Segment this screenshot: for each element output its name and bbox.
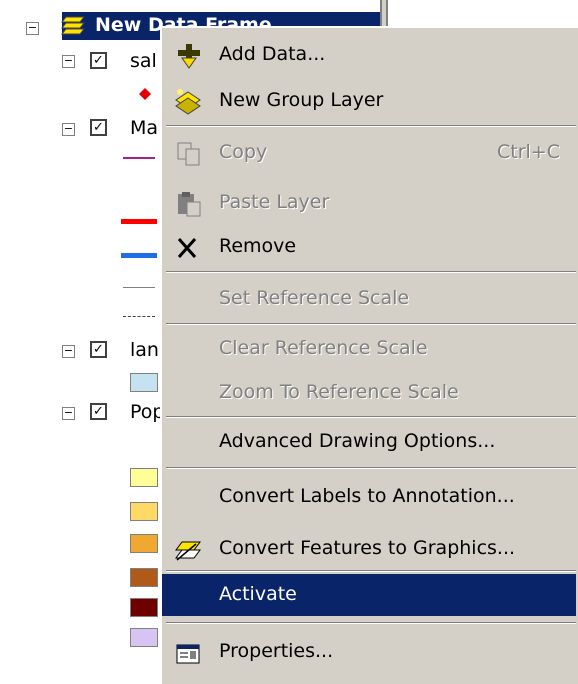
menu-item-add-data[interactable]: Add Data... <box>162 34 576 76</box>
layer-collapse-toggle[interactable]: − <box>62 345 75 358</box>
polygon-symbol-swatch <box>130 373 158 392</box>
menu-item-shortcut: Ctrl+C <box>497 141 560 163</box>
menu-item-label: Convert Labels to Annotation... <box>219 485 515 507</box>
menu-separator <box>166 323 576 325</box>
menu-item-set-reference-scale: Set Reference Scale <box>162 278 576 320</box>
class-swatch <box>130 598 158 617</box>
menu-item-label: Paste Layer <box>219 191 330 213</box>
menu-item-advanced-drawing-options[interactable]: Advanced Drawing Options... <box>162 421 576 463</box>
data-frame-icon <box>60 16 86 35</box>
layer-collapse-toggle[interactable]: − <box>62 123 75 136</box>
menu-item-activate[interactable]: Activate <box>162 574 576 616</box>
class-swatch <box>130 502 158 521</box>
line-symbol-gray <box>123 287 155 288</box>
line-symbol-magenta <box>123 157 155 159</box>
menu-separator <box>166 271 576 273</box>
convert-graphics-icon <box>175 541 201 561</box>
remove-icon <box>177 238 197 258</box>
menu-item-label: Activate <box>219 583 297 605</box>
layer-collapse-toggle[interactable]: − <box>62 55 75 68</box>
class-swatch <box>130 534 158 553</box>
menu-item-paste-layer: Paste Layer <box>162 182 576 224</box>
menu-item-new-group-layer[interactable]: New Group Layer <box>162 80 576 122</box>
layer-visibility-checkbox[interactable]: ✓ <box>90 403 107 420</box>
menu-item-label: Copy <box>219 141 268 163</box>
menu-separator <box>166 416 576 418</box>
menu-item-label: Properties... <box>219 640 334 662</box>
menu-item-label: Set Reference Scale <box>219 287 410 309</box>
menu-item-copy: Copy Ctrl+C <box>162 132 576 174</box>
menu-item-label: Clear Reference Scale <box>219 337 428 359</box>
layer-label[interactable]: Ma <box>130 117 158 139</box>
menu-item-convert-labels[interactable]: Convert Labels to Annotation... <box>162 476 576 518</box>
layer-label[interactable]: lan <box>130 339 159 361</box>
menu-item-label: Remove <box>219 235 297 257</box>
class-swatch <box>130 468 158 487</box>
add-data-icon <box>178 44 200 69</box>
menu-item-convert-features[interactable]: Convert Features to Graphics... <box>162 528 576 570</box>
menu-separator <box>166 622 576 624</box>
menu-item-zoom-to-reference-scale: Zoom To Reference Scale <box>162 372 576 414</box>
line-symbol-dashed <box>123 316 155 317</box>
copy-icon <box>177 142 200 166</box>
properties-icon <box>176 644 200 664</box>
menu-item-properties[interactable]: Properties... <box>162 631 576 673</box>
menu-item-label: Convert Features to Graphics... <box>219 537 516 559</box>
menu-separator <box>166 467 576 469</box>
menu-item-clear-reference-scale: Clear Reference Scale <box>162 328 576 370</box>
paste-icon <box>178 192 201 217</box>
class-swatch <box>130 568 158 587</box>
layer-label[interactable]: sal <box>130 50 157 72</box>
layer-collapse-toggle[interactable]: − <box>62 407 75 420</box>
menu-item-label: Zoom To Reference Scale <box>219 381 459 403</box>
line-symbol-blue <box>121 253 157 258</box>
context-menu: Add Data... New Group Layer Copy Ctrl+C … <box>160 26 578 684</box>
line-symbol-red <box>121 219 157 224</box>
point-symbol-icon <box>139 88 151 100</box>
data-frame-collapse-toggle[interactable]: − <box>26 22 39 35</box>
class-swatch <box>130 628 158 647</box>
layer-visibility-checkbox[interactable]: ✓ <box>90 341 107 358</box>
layer-visibility-checkbox[interactable]: ✓ <box>90 119 107 136</box>
layer-visibility-checkbox[interactable]: ✓ <box>90 52 107 69</box>
menu-item-label: Advanced Drawing Options... <box>219 430 496 452</box>
menu-separator <box>166 125 576 127</box>
menu-separator <box>166 570 576 572</box>
menu-item-label: Add Data... <box>219 43 326 65</box>
menu-item-remove[interactable]: Remove <box>162 226 576 268</box>
group-layer-icon <box>175 89 201 115</box>
menu-item-label: New Group Layer <box>219 89 384 111</box>
